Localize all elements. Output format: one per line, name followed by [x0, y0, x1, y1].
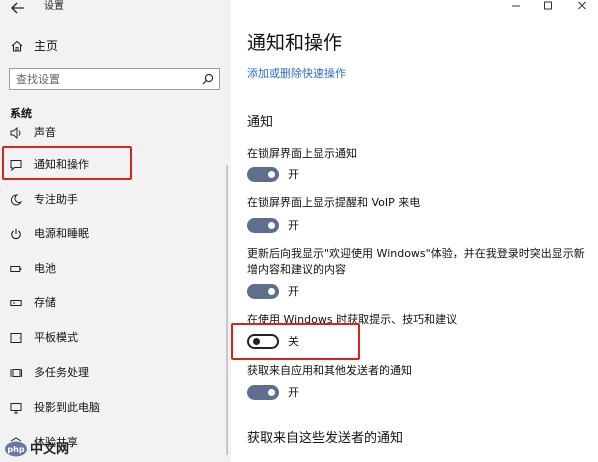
watermark-text: 中文网: [30, 442, 70, 457]
toggle-knob: [268, 288, 275, 295]
home-label: 主页: [34, 39, 59, 53]
sidebar-item-label: 通知和操作: [34, 158, 89, 171]
close-icon[interactable]: [574, 0, 590, 12]
home-icon: [11, 40, 23, 52]
back-arrow-icon[interactable]: [10, 1, 26, 15]
multitask-icon: [10, 369, 22, 377]
toggle-state-text: 开: [288, 386, 299, 399]
sidebar-item-battery[interactable]: 电池: [0, 256, 231, 282]
tablet-icon: [10, 333, 22, 343]
setting-label: 在使用 Windows 时获取提示、技巧和建议: [247, 313, 458, 326]
notifications-heading: 通知: [247, 115, 274, 130]
quick-actions-link[interactable]: 添加或删除快速操作: [247, 66, 346, 81]
search-input[interactable]: [10, 69, 195, 89]
sidebar-item-label: 电源和睡眠: [34, 227, 89, 240]
toggle-state-text: 开: [288, 168, 299, 181]
search-icon[interactable]: [202, 73, 214, 85]
lockscreen-voip-toggle[interactable]: [247, 218, 279, 233]
sidebar-item-focus-assist[interactable]: 专注助手: [0, 187, 231, 213]
senders-heading: 获取来自这些发送者的通知: [247, 431, 404, 446]
welcome-experience-toggle[interactable]: [247, 284, 279, 299]
setting-label: 在锁屏界面上显示通知: [247, 147, 357, 160]
sidebar-scrollbar[interactable]: [226, 165, 228, 455]
setting-label: 获取来自应用和其他发送者的通知: [247, 364, 412, 377]
minimize-icon[interactable]: [508, 0, 524, 12]
lockscreen-notifications-toggle[interactable]: [247, 167, 279, 182]
project-icon: [10, 403, 22, 414]
sidebar-item-label: 投影到此电脑: [34, 401, 100, 414]
home-nav-item[interactable]: 主页: [0, 34, 231, 60]
sidebar-item-label: 多任务处理: [34, 366, 89, 379]
battery-icon: [10, 266, 22, 272]
page-title: 通知和操作: [247, 32, 343, 54]
power-icon: [11, 228, 21, 240]
sidebar-item-label: 平板模式: [34, 331, 78, 344]
sidebar-item-label: 电池: [34, 262, 56, 275]
toggle-state-text: 开: [288, 219, 299, 232]
sidebar-item-storage[interactable]: 存储: [0, 290, 231, 316]
storage-icon: [10, 300, 22, 306]
titlebar: 设置: [0, 0, 231, 18]
sidebar-item-multitasking[interactable]: 多任务处理: [0, 360, 231, 386]
php-logo-icon: php: [5, 441, 27, 457]
toggle-knob: [253, 338, 260, 345]
sidebar-item-label: 声音: [34, 126, 56, 139]
sidebar-item-label: 存储: [34, 296, 56, 309]
toggle-knob: [268, 222, 275, 229]
sidebar-item-tablet-mode[interactable]: 平板模式: [0, 325, 231, 351]
sidebar-item-project[interactable]: 投影到此电脑: [0, 395, 231, 421]
sidebar-item-power[interactable]: 电源和睡眠: [0, 221, 231, 247]
sidebar-item-sound[interactable]: 声音: [0, 120, 231, 146]
sidebar: 设置 主页 系统 声音 通知和操作 专注助手: [0, 0, 231, 462]
notification-icon: [10, 160, 22, 171]
main-content: 通知和操作 添加或删除快速操作 通知 在锁屏界面上显示通知 开 在锁屏界面上显示…: [231, 0, 598, 462]
toggle-state-text: 开: [288, 285, 299, 298]
watermark-logo: php 中文网: [4, 440, 84, 460]
speaker-icon: [10, 127, 21, 139]
section-title: 系统: [10, 107, 32, 120]
maximize-icon[interactable]: [540, 0, 556, 12]
moon-icon: [10, 194, 22, 206]
app-title: 设置: [44, 1, 64, 12]
tips-tricks-toggle[interactable]: [247, 334, 279, 349]
setting-label: 更新后向我显示"欢迎使用 Windows"体验，并在我登录时突出显示新增内容和建…: [247, 247, 585, 276]
setting-label: 在锁屏界面上显示提醒和 VoIP 来电: [247, 196, 421, 209]
toggle-state-text: 关: [288, 335, 299, 348]
app-notifications-toggle[interactable]: [247, 385, 279, 400]
search-box[interactable]: [9, 68, 220, 90]
sidebar-item-notifications[interactable]: 通知和操作: [0, 152, 231, 178]
toggle-knob: [268, 389, 275, 396]
toggle-knob: [268, 171, 275, 178]
window-controls: [498, 0, 598, 14]
svg-text:php: php: [7, 445, 24, 454]
sidebar-item-label: 专注助手: [34, 193, 78, 206]
